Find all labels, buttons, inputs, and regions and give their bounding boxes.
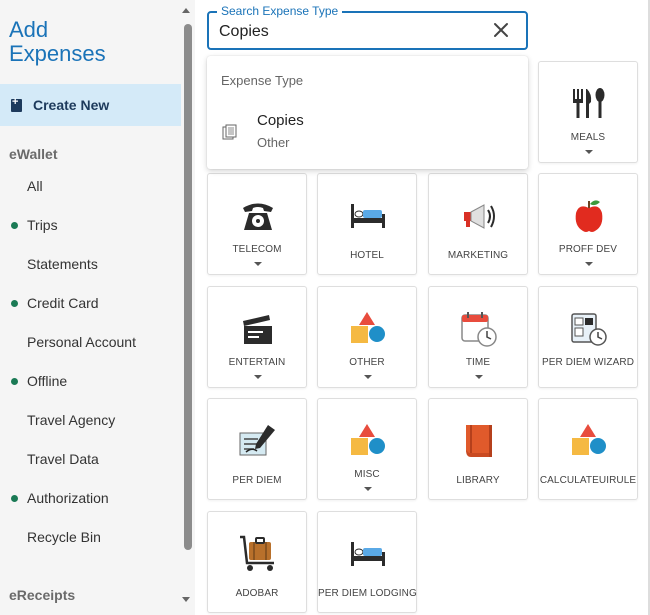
chevron-down-icon[interactable] [254,375,262,379]
tile-label: ADOBAR [235,588,279,599]
tile-label: PER DIEM WIZARD [541,357,635,368]
scrollbar-thumb[interactable] [184,24,192,550]
sidebar-item-offline[interactable]: Offline [0,366,181,396]
tile-telecom[interactable]: TELECOM [207,173,307,275]
tile-misc[interactable]: MISC [317,398,417,500]
tile-time[interactable]: TIME [428,286,528,388]
close-icon[interactable] [491,20,511,40]
search-results-dropdown: Expense Type Copies Other [207,56,528,169]
bed-icon [351,204,385,228]
results-heading: Expense Type [221,73,304,88]
sidebar-item-recycle-bin[interactable]: Recycle Bin [0,522,181,552]
tile-label: TIME [465,357,491,368]
status-dot [11,300,18,307]
tile-hotel[interactable]: HOTEL [317,173,417,275]
tile-label: PER DIEM LODGING [318,588,417,599]
clapperboard-icon [243,315,272,344]
tile-other[interactable]: OTHER [317,286,417,388]
tile-label: PER DIEM [232,475,282,486]
calendar-clock-icon [461,312,497,347]
page-title: Add Expenses [9,17,106,66]
tile-label: MISC [354,469,380,480]
chevron-down-icon[interactable] [364,375,372,379]
tile-label: LIBRARY [456,475,500,486]
chevron-down-icon[interactable] [364,487,372,491]
shapes-icon [351,424,385,455]
chevron-down-icon[interactable] [475,375,483,379]
tile-marketing[interactable]: MARKETING [428,173,528,275]
status-dot [11,378,18,385]
status-dot [11,222,18,229]
tile-adobar[interactable]: ADOBAR [207,511,307,613]
sidebar-item-personal-account[interactable]: Personal Account [0,327,181,357]
sidebar-item-all[interactable]: All [0,171,181,201]
tile-label: HOTEL [350,250,384,261]
tile-label: MEALS [570,132,606,143]
result-title: Copies [257,112,304,129]
ereceipts-heading: eReceipts [9,587,76,603]
book-icon [466,425,492,457]
create-new-button[interactable]: Create New [0,84,181,126]
meals-icon [573,88,605,118]
status-dot [11,495,18,502]
tile-label: CALCULATEUIRULE [539,475,637,486]
shapes-icon [572,424,606,455]
result-subtitle: Other [257,135,290,150]
chevron-down-icon[interactable] [254,262,262,266]
luggage-cart-icon [240,535,274,571]
tile-entertain[interactable]: ENTERTAIN [207,286,307,388]
sidebar-item-travel-data[interactable]: Travel Data [0,444,181,474]
tile-label: TELECOM [232,244,282,255]
shapes-icon [351,312,385,343]
sidebar: Add Expenses Create New eWallet All Trip… [0,0,181,615]
ewallet-heading: eWallet [9,146,58,162]
tile-per-diem-lodging[interactable]: PER DIEM LODGING [317,511,417,613]
sidebar-item-statements[interactable]: Statements [0,249,181,279]
result-item-copies[interactable]: Copies Other [207,106,528,158]
search-input[interactable] [219,21,479,43]
tile-label: MARKETING [447,250,509,261]
chevron-down-icon[interactable] [585,262,593,266]
chevron-down-icon[interactable] [585,150,593,154]
megaphone-icon [464,204,495,229]
tile-label: OTHER [349,357,385,368]
scroll-down-icon[interactable] [182,597,190,602]
apple-icon [575,200,603,232]
tile-label: PROFF DEV [558,244,618,255]
bed-icon [351,542,385,566]
search-field-label: Search Expense Type [217,4,343,18]
tile-per-diem-wizard[interactable]: PER DIEM WIZARD [538,286,638,388]
copies-icon [222,124,237,140]
telephone-icon [243,203,273,230]
tile-proff-dev[interactable]: PROFF DEV [538,173,638,275]
tile-per-diem[interactable]: PER DIEM [207,398,307,500]
sidebar-item-authorization[interactable]: Authorization [0,483,181,513]
tile-library[interactable]: LIBRARY [428,398,528,500]
ticket-pen-icon [239,425,275,456]
sidebar-item-travel-agency[interactable]: Travel Agency [0,405,181,435]
tile-label: ENTERTAIN [228,357,286,368]
per-diem-wizard-icon [571,313,607,346]
tile-calculateuirule[interactable]: CALCULATEUIRULE [538,398,638,500]
sidebar-item-trips[interactable]: Trips [0,210,181,240]
sidebar-item-credit-card[interactable]: Credit Card [0,288,181,318]
new-document-icon [11,96,22,112]
create-new-label: Create New [33,97,110,113]
tile-meals[interactable]: MEALS [538,61,638,163]
scroll-up-icon[interactable] [182,8,190,13]
